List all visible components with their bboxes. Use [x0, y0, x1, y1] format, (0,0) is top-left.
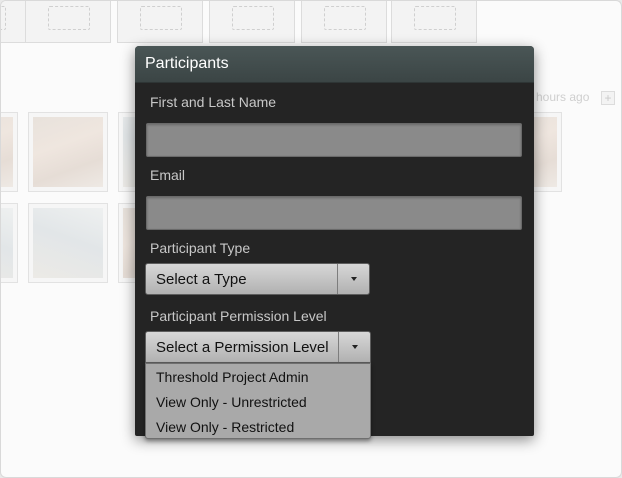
bg-thumbnail	[209, 1, 295, 43]
dialog-title: Participants	[135, 46, 534, 83]
caret-down-icon	[350, 277, 357, 281]
timestamp-text: hours ago	[536, 90, 590, 104]
permission-level-value: Select a Permission Level	[156, 338, 329, 356]
menu-option[interactable]: View Only - Unrestricted	[146, 390, 370, 415]
bg-photo-thumbnail	[1, 204, 17, 282]
bg-thumbnail	[301, 1, 387, 43]
participant-type-select[interactable]: Select a Type	[145, 263, 370, 295]
bg-thumbnail	[1, 1, 27, 43]
bg-thumbnail	[391, 1, 477, 43]
participant-type-value: Select a Type	[156, 270, 247, 288]
email-label: Email	[150, 167, 186, 183]
email-field[interactable]	[146, 196, 522, 230]
caret-down-icon	[351, 345, 358, 349]
menu-option[interactable]: View Only - Restricted	[146, 415, 370, 440]
bg-photo-thumbnail	[1, 113, 17, 191]
bg-thumbnail	[117, 1, 203, 43]
name-label: First and Last Name	[150, 94, 277, 110]
permission-level-label: Participant Permission Level	[150, 308, 327, 324]
menu-option[interactable]: Threshold Project Admin	[146, 365, 370, 390]
permission-options-menu: Threshold Project Admin View Only - Unre…	[145, 363, 371, 439]
bg-photo-thumbnail	[29, 204, 107, 282]
dropdown-toggle-button[interactable]	[338, 332, 370, 362]
participants-dialog: Participants First and Last Name Email P…	[135, 46, 534, 439]
plus-icon[interactable]: +	[601, 91, 615, 105]
name-field[interactable]	[146, 123, 522, 157]
dropdown-toggle-button[interactable]	[337, 264, 369, 294]
permission-level-select[interactable]: Select a Permission Level	[145, 331, 371, 363]
bg-photo-thumbnail	[29, 113, 107, 191]
participant-type-label: Participant Type	[150, 240, 251, 256]
bg-thumbnail	[25, 1, 111, 43]
